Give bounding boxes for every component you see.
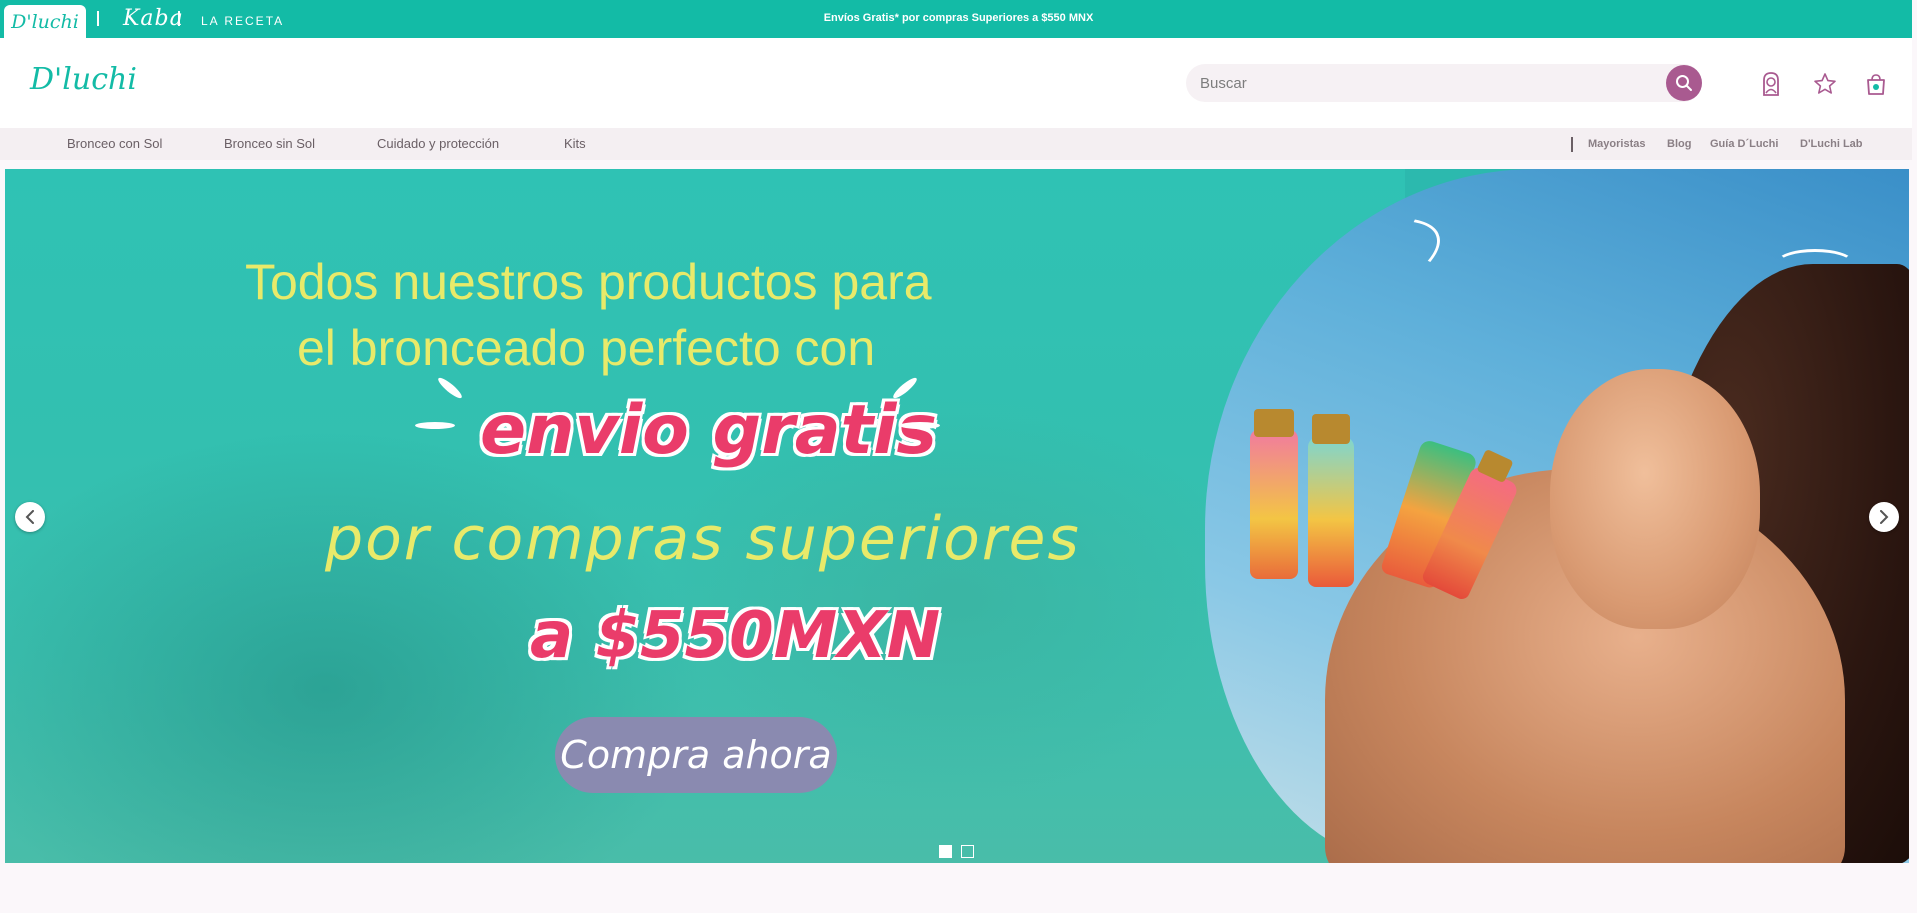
nav-item-cuidado-y-proteccion[interactable]: Cuidado y protección <box>377 136 499 151</box>
carousel-dot[interactable] <box>961 845 974 858</box>
carousel-next-button[interactable] <box>1869 502 1899 532</box>
search-input[interactable] <box>1200 64 1650 102</box>
hero-banner[interactable]: Todos nuestros productos para el broncea… <box>5 169 1909 863</box>
hero-headline-line1: Todos nuestros productos para <box>245 254 932 310</box>
hero-price: a $550MXN <box>530 599 941 673</box>
carousel-dot-active[interactable] <box>939 845 952 858</box>
product-bottle <box>1308 437 1354 587</box>
hero-headline-line2: el bronceado perfecto con <box>297 320 876 376</box>
nav-item-bronceo-sin-sol[interactable]: Bronceo sin Sol <box>224 136 315 151</box>
decor-spark <box>415 422 455 429</box>
star-icon <box>1814 73 1836 94</box>
hero-headline: Todos nuestros productos para el broncea… <box>245 249 1125 381</box>
promo-bar: D'luchi Kaba LA RECETA Envíos Gratis* po… <box>0 0 1912 38</box>
site-logo[interactable]: D'luchi <box>30 62 137 97</box>
site-header: D'luchi <box>0 38 1912 128</box>
promo-text: Envíos Gratis* por compras Superiores a … <box>823 12 1094 24</box>
nav-item-lab[interactable]: D'Luchi Lab <box>1800 138 1863 150</box>
nav-item-kits[interactable]: Kits <box>564 136 586 151</box>
search-bar <box>1186 64 1702 102</box>
bottle-cap <box>1254 409 1294 437</box>
account-button[interactable] <box>1757 70 1785 98</box>
nav-item-blog[interactable]: Blog <box>1667 138 1691 150</box>
decor-swoosh <box>1775 249 1855 279</box>
product-bottle <box>1250 429 1298 579</box>
chevron-left-icon <box>25 510 34 524</box>
search-icon <box>1676 75 1692 91</box>
hero-subline: por compras superiores <box>325 504 1081 574</box>
page: D'luchi Kaba LA RECETA Envíos Gratis* po… <box>0 0 1917 913</box>
main-nav: Bronceo con Sol Bronceo sin Sol Cuidado … <box>0 128 1912 160</box>
hero-highlight: envio gratis <box>480 391 937 470</box>
chevron-right-icon <box>1880 510 1889 524</box>
decor-spark <box>900 422 940 429</box>
nav-item-mayoristas[interactable]: Mayoristas <box>1588 138 1645 150</box>
cart-button[interactable] <box>1862 70 1890 98</box>
nav-item-guia[interactable]: Guía D´Luchi <box>1710 138 1778 150</box>
hero-model-face <box>1550 369 1760 629</box>
bottle-cap <box>1312 414 1350 444</box>
nav-divider <box>1571 137 1573 152</box>
search-button[interactable] <box>1666 65 1702 101</box>
nav-item-bronceo-con-sol[interactable]: Bronceo con Sol <box>67 136 162 151</box>
carousel-prev-button[interactable] <box>15 502 45 532</box>
bag-icon <box>1867 74 1885 95</box>
account-icon <box>1763 72 1779 96</box>
wishlist-button[interactable] <box>1811 70 1839 98</box>
hero-cta-button[interactable]: Compra ahora <box>555 717 837 793</box>
